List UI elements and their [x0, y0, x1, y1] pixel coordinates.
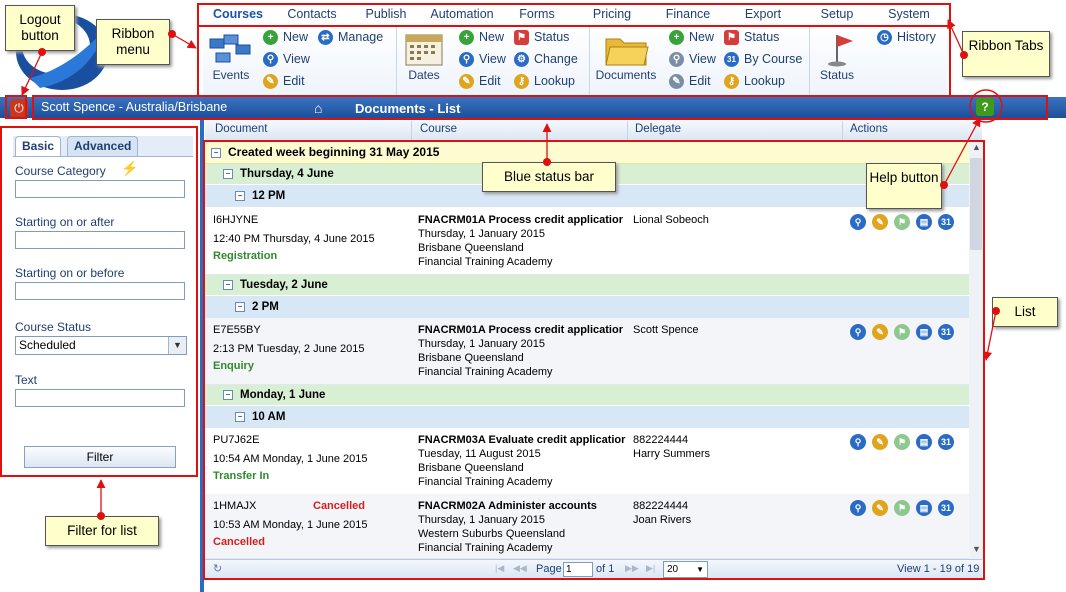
annotation-arrows [21, 19, 1003, 520]
